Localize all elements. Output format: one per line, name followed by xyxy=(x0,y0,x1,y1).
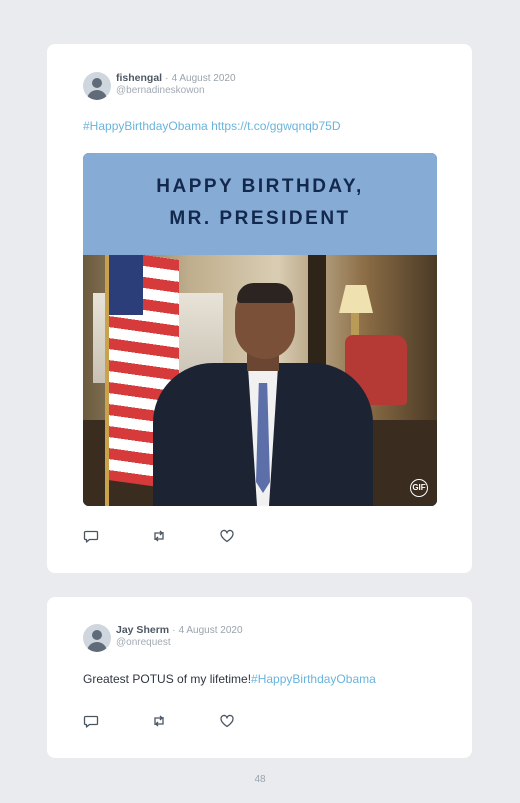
avatar-body-shape xyxy=(87,90,107,100)
reply-button[interactable] xyxy=(83,528,99,544)
retweet-icon xyxy=(154,715,164,727)
tweet-text: #HappyBirthdayObama https://t.co/ggwqnqb… xyxy=(83,119,340,133)
avatar-head-shape xyxy=(92,630,102,640)
meta-separator: · xyxy=(172,625,176,636)
meta-separator: · xyxy=(165,73,169,84)
reply-button[interactable] xyxy=(83,713,99,729)
retweet-icon xyxy=(154,530,164,542)
gif-scene xyxy=(83,255,437,506)
tweet-meta: fishengal · 4 August 2020 @bernadineskow… xyxy=(116,72,236,97)
tweet-link[interactable]: #HappyBirthdayObama xyxy=(251,672,376,686)
avatar-head-shape xyxy=(92,78,102,88)
figure-hair xyxy=(237,283,293,303)
reply-icon xyxy=(83,530,99,543)
tweet-card: fishengal · 4 August 2020 @bernadineskow… xyxy=(47,44,472,573)
author-name[interactable]: Jay Sherm xyxy=(116,624,169,636)
tweet-meta: Jay Sherm · 4 August 2020 @onrequest xyxy=(116,624,243,649)
page-number: 48 xyxy=(254,774,266,785)
tweet-header: fishengal · 4 August 2020 @bernadineskow… xyxy=(83,72,236,100)
tweet-link[interactable]: #HappyBirthdayObama https://t.co/ggwqnqb… xyxy=(83,119,340,133)
tweet-actions xyxy=(83,528,287,544)
tweet-date[interactable]: 4 August 2020 xyxy=(179,625,243,636)
tweet-actions xyxy=(83,713,287,729)
tweet-text-body: Greatest POTUS of my lifetime! xyxy=(83,672,252,686)
reply-icon xyxy=(83,715,99,728)
banner-line-1: HAPPY BIRTHDAY, xyxy=(156,176,364,197)
avatar[interactable] xyxy=(83,72,111,100)
tweet-text: Greatest POTUS of my lifetime!#HappyBirt… xyxy=(83,672,376,686)
avatar-body-shape xyxy=(87,642,107,652)
tweet-card: Jay Sherm · 4 August 2020 @onrequest Gre… xyxy=(47,597,472,758)
heart-icon xyxy=(220,529,234,543)
retweet-button[interactable] xyxy=(151,528,167,544)
retweet-button[interactable] xyxy=(151,713,167,729)
author-handle[interactable]: @bernadineskowon xyxy=(116,85,236,97)
author-name[interactable]: fishengal xyxy=(116,72,162,84)
like-button[interactable] xyxy=(219,528,235,544)
gif-banner: HAPPY BIRTHDAY, MR. PRESIDENT xyxy=(83,153,437,255)
banner-line-2: MR. PRESIDENT xyxy=(169,208,351,229)
heart-icon xyxy=(220,714,234,728)
like-button[interactable] xyxy=(219,713,235,729)
avatar[interactable] xyxy=(83,624,111,652)
author-handle[interactable]: @onrequest xyxy=(116,637,243,649)
flag-canton xyxy=(109,255,143,315)
tweet-date[interactable]: 4 August 2020 xyxy=(172,73,236,84)
tweet-media-gif[interactable]: HAPPY BIRTHDAY, MR. PRESIDENT GIF xyxy=(83,153,437,506)
gif-badge-icon: GIF xyxy=(410,479,428,497)
tweet-header: Jay Sherm · 4 August 2020 @onrequest xyxy=(83,624,243,652)
